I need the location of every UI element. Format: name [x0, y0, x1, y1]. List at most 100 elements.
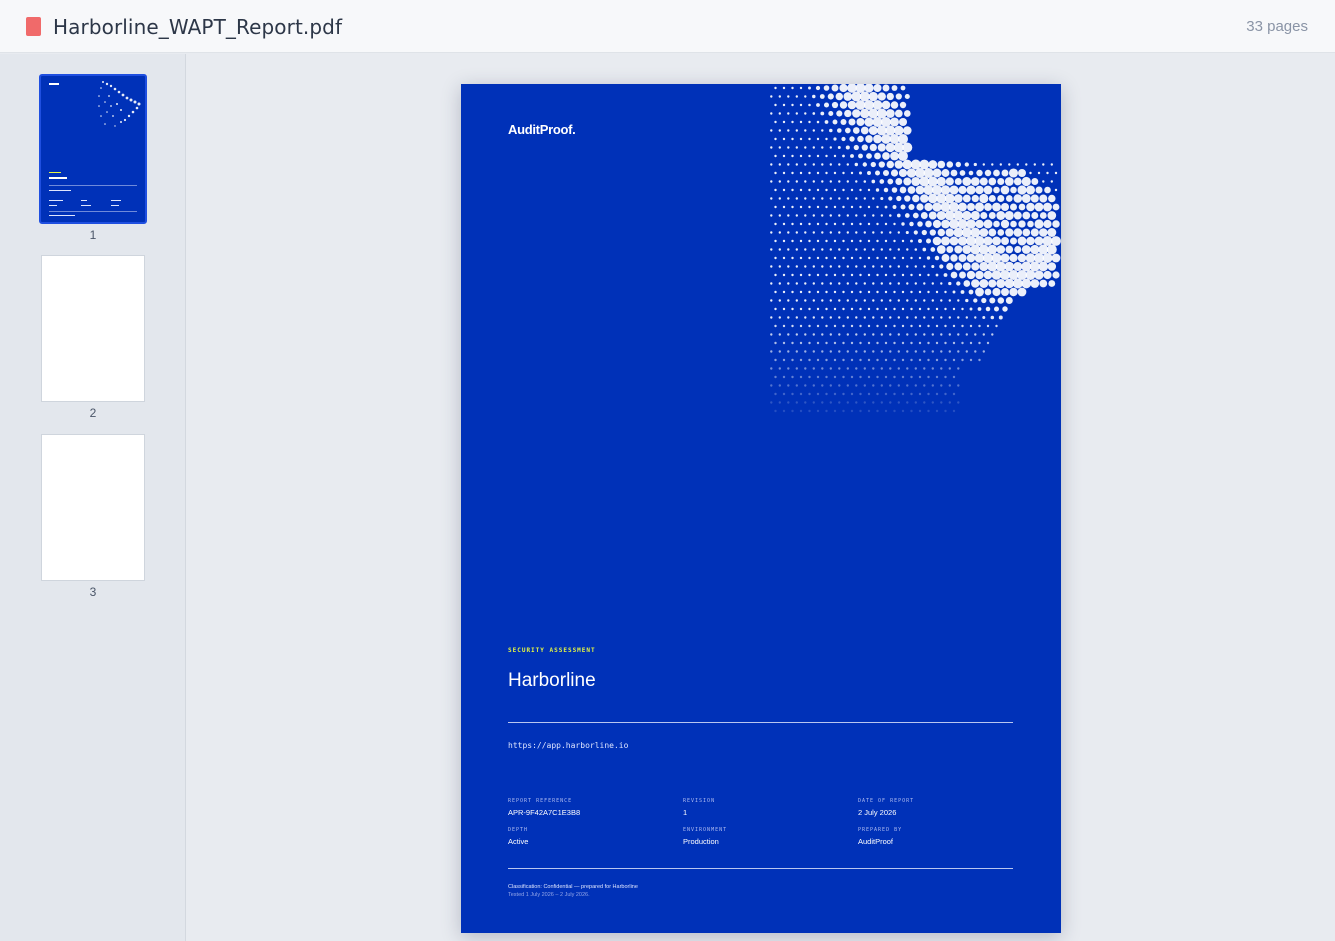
halftone-dot [774, 257, 776, 259]
halftone-dot [958, 186, 966, 194]
halftone-dot [920, 194, 929, 203]
halftone-dot [919, 325, 921, 327]
halftone-dot [940, 316, 942, 318]
halftone-dot [930, 229, 936, 235]
halftone-dot [796, 112, 798, 114]
halftone-dot [834, 410, 836, 412]
halftone-dot [919, 160, 929, 170]
halftone-dot [817, 189, 819, 191]
halftone-dot [817, 393, 819, 395]
halftone-dot [893, 291, 895, 293]
halftone-dot [859, 376, 861, 378]
halftone-dot [902, 274, 904, 276]
halftone-dot [975, 271, 984, 280]
halftone-dot [820, 112, 824, 116]
halftone-dot [808, 223, 810, 225]
halftone-dot [942, 254, 950, 262]
halftone-dot [941, 220, 950, 229]
halftone-dot [956, 281, 960, 285]
halftone-dot [834, 172, 836, 174]
halftone-dot [898, 265, 900, 267]
halftone-dot [981, 298, 986, 303]
halftone-dot [959, 272, 966, 279]
document-viewer[interactable]: AuditProof. SECURITY ASSESSMENT Harborli… [187, 54, 1335, 941]
halftone-dot [957, 384, 959, 386]
meta-label: REVISION [683, 798, 843, 804]
halftone-dot [813, 350, 815, 352]
halftone-dot [825, 308, 827, 310]
halftone-dot [1009, 168, 1018, 177]
halftone-dot [787, 180, 789, 182]
halftone-dot [796, 146, 798, 148]
halftone-dot [872, 197, 874, 199]
halftone-dot [796, 129, 798, 131]
halftone-dot [963, 280, 970, 287]
thumbnail-page-2[interactable]: 2 [39, 255, 147, 420]
halftone-dot [924, 203, 932, 211]
halftone-dot [889, 231, 891, 233]
halftone-dot [783, 393, 785, 395]
halftone-dot [988, 279, 996, 287]
halftone-dot [881, 117, 891, 127]
halftone-dot [796, 367, 798, 369]
halftone-dot [783, 189, 785, 191]
halftone-dot [830, 333, 832, 335]
halftone-dot [925, 221, 932, 228]
halftone-dot [910, 274, 912, 276]
halftone-dot [833, 120, 838, 125]
halftone-dot [876, 188, 879, 191]
halftone-dot [774, 121, 776, 123]
halftone-dot [796, 248, 798, 250]
halftone-dot [770, 384, 772, 386]
halftone-dot [838, 163, 840, 165]
halftone-dot [949, 333, 951, 335]
halftone-dot [787, 401, 789, 403]
halftone-dot [1005, 177, 1014, 186]
halftone-dot [900, 187, 907, 194]
halftone-dot [834, 206, 836, 208]
halftone-dot [974, 350, 976, 352]
halftone-dot [855, 163, 858, 166]
halftone-dot [821, 265, 823, 267]
halftone-dot [914, 230, 918, 234]
halftone-dot [953, 410, 955, 412]
halftone-dot [905, 213, 910, 218]
halftone-dot [779, 129, 781, 131]
halftone-dot [821, 384, 823, 386]
thumbnail-page-3[interactable]: 3 [39, 434, 147, 599]
halftone-dot [910, 359, 912, 361]
halftone-dot [817, 342, 819, 344]
classification-note: Classification: Confidential — prepared … [508, 884, 638, 890]
halftone-dot [1014, 246, 1021, 253]
halftone-dot [881, 282, 883, 284]
halftone-dot [947, 161, 954, 168]
halftone-dot [1044, 187, 1051, 194]
halftone-dot [825, 120, 829, 124]
thumbnail-image[interactable] [41, 434, 145, 581]
halftone-dot [1005, 279, 1015, 289]
halftone-dot [813, 316, 815, 318]
halftone-dot [770, 299, 772, 301]
halftone-dot [889, 367, 891, 369]
halftone-dot [779, 180, 781, 182]
halftone-dot [855, 197, 857, 199]
halftone-dot [808, 257, 810, 259]
thumbnail-page-1[interactable]: 1 [39, 74, 147, 242]
halftone-dot [851, 325, 853, 327]
halftone-dot [847, 350, 849, 352]
halftone-dot [966, 219, 976, 229]
halftone-dot [834, 291, 836, 293]
halftone-dot [949, 299, 951, 301]
thumbnail-image[interactable] [39, 74, 147, 224]
halftone-dot [825, 393, 827, 395]
halftone-dot [808, 87, 811, 90]
halftone-dot [800, 121, 802, 123]
halftone-dot [906, 231, 909, 234]
halftone-dot [774, 359, 776, 361]
halftone-dot [873, 135, 882, 144]
halftone-dot [944, 308, 946, 310]
halftone-dot [962, 228, 972, 238]
halftone-dot [851, 223, 853, 225]
halftone-dot [984, 220, 993, 229]
thumbnail-image[interactable] [41, 255, 145, 402]
